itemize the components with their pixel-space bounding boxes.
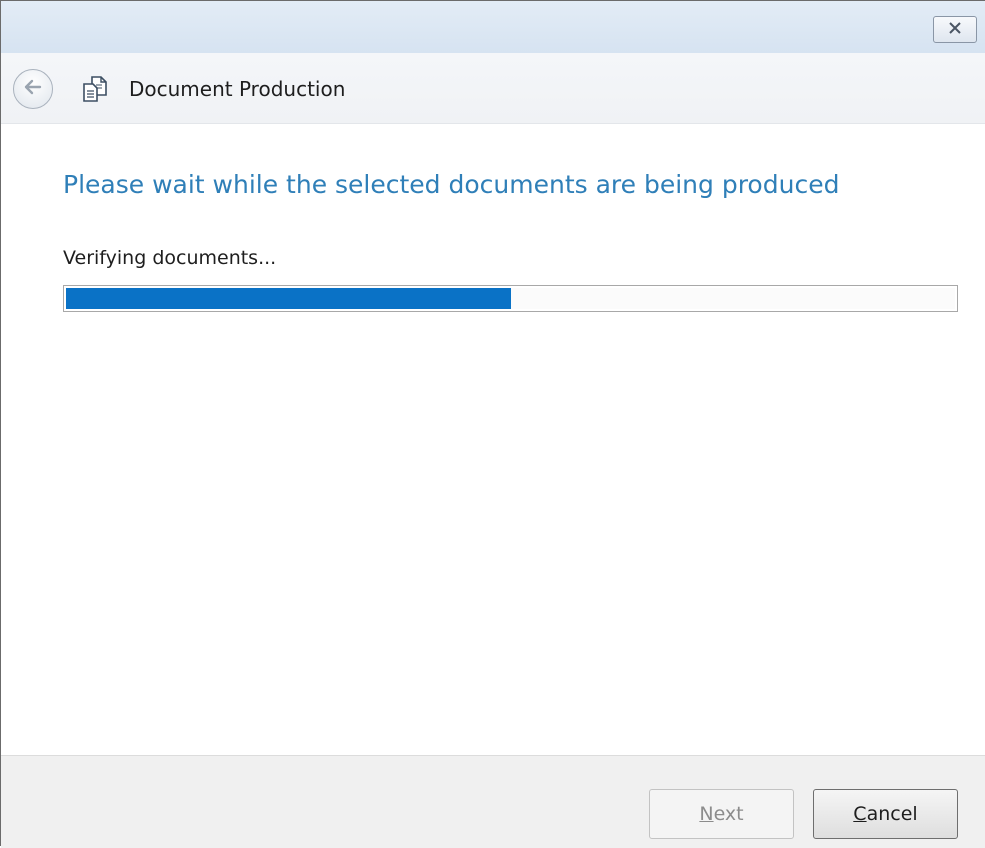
- close-icon: [947, 20, 963, 39]
- title-bar: [1, 1, 985, 53]
- next-label-rest: ext: [713, 803, 744, 825]
- cancel-button[interactable]: Cancel: [813, 789, 958, 839]
- back-button[interactable]: [13, 69, 53, 109]
- close-button[interactable]: [933, 16, 977, 43]
- wizard-footer: Next Cancel: [1, 755, 985, 848]
- next-accelerator: N: [699, 803, 714, 825]
- progress-track: [66, 288, 955, 309]
- back-arrow-icon: [22, 78, 44, 100]
- cancel-accelerator: C: [853, 803, 867, 825]
- progress-fill: [66, 288, 511, 309]
- progress-bar: [63, 285, 958, 312]
- cancel-label-rest: ancel: [866, 803, 918, 825]
- page-heading: Please wait while the selected documents…: [63, 170, 840, 199]
- document-production-icon: [81, 75, 109, 103]
- status-text: Verifying documents...: [63, 247, 277, 269]
- next-button[interactable]: Next: [649, 789, 794, 839]
- wizard-title: Document Production: [129, 77, 346, 101]
- wizard-window: Document Production Please wait while th…: [0, 0, 985, 848]
- nav-header: Document Production: [1, 53, 985, 124]
